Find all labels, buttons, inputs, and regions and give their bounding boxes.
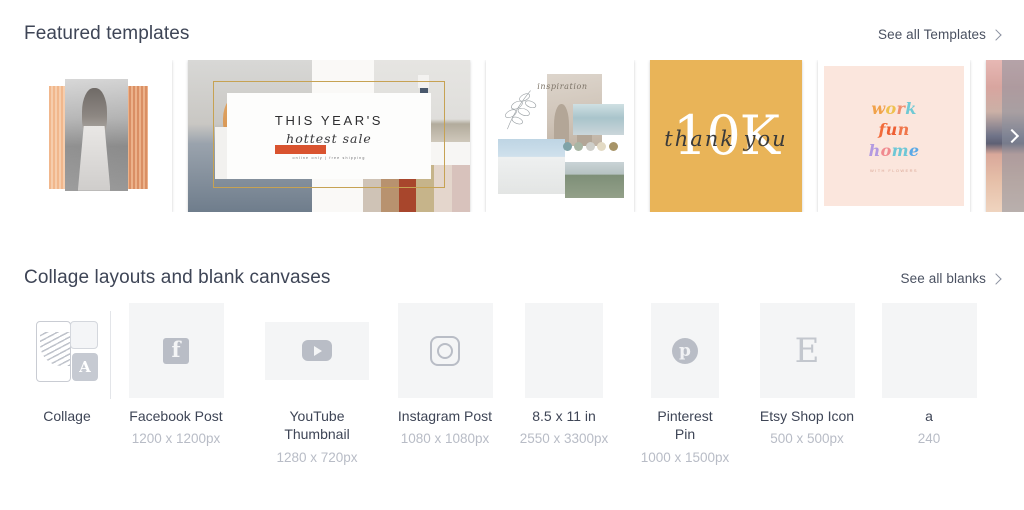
thumbnail-wrap: E — [759, 303, 855, 398]
blank-item-label: Pinterest Pin — [657, 408, 713, 443]
blank-item-facebook-post[interactable]: f Facebook Post 1200 x 1200px — [122, 303, 230, 448]
poolside-photo — [498, 138, 566, 194]
template-thumbnail: inspiration — [493, 67, 627, 205]
featured-templates-header: Featured templates See all Templates — [24, 23, 1002, 44]
thumbnail-wrap — [397, 303, 493, 398]
template-card-thank-you-10k[interactable]: 10K thank you — [650, 60, 802, 212]
sale-text-panel: THIS YEAR'S hottest sale online only | f… — [227, 93, 431, 179]
palette-dots — [562, 141, 618, 151]
blank-item-pinterest-pin[interactable]: p Pinterest Pin 1000 x 1500px — [632, 303, 738, 466]
tee-logo-accent — [275, 145, 327, 155]
blank-thumbnail: E — [759, 303, 855, 398]
typography-caption: WITH FLOWERS — [870, 168, 918, 174]
blank-item-label: 8.5 x 11 in — [532, 408, 596, 424]
sale-caption: online only | free shipping — [292, 155, 366, 160]
thumbnail-wrap — [525, 303, 603, 398]
blank-item-partial-next[interactable]: a 240 — [876, 303, 982, 448]
blank-item-etsy-shop-icon[interactable]: E Etsy Shop Icon 500 x 500px — [754, 303, 860, 448]
see-all-templates-link[interactable]: See all Templates — [877, 27, 1002, 42]
blank-item-dims: 1200 x 1200px — [131, 431, 221, 447]
blank-thumbnail — [265, 321, 369, 380]
template-card-hottest-sale[interactable]: THIS YEAR'S hottest sale online only | f… — [188, 60, 470, 212]
template-thumbnail: work fun home WITH FLOWERS — [824, 66, 964, 206]
youtube-icon — [302, 340, 332, 361]
etsy-icon: E — [794, 330, 820, 371]
facebook-icon: f — [163, 337, 189, 364]
line-fun: fun — [878, 120, 910, 140]
instagram-icon — [430, 335, 460, 366]
blank-canvases-row: A Collage f Facebook Post 1200 x 1200px — [24, 303, 1024, 493]
blank-thumbnail — [397, 303, 493, 398]
blank-thumbnail — [525, 303, 603, 398]
sale-script: hottest sale — [286, 130, 372, 146]
blank-item-youtube-thumbnail[interactable]: YouTube Thumbnail 1280 x 720px — [262, 303, 372, 466]
blank-item-label: Facebook Post — [129, 408, 223, 424]
moodboard-script: inspiration — [537, 82, 588, 92]
blank-thumbnail: p — [651, 303, 719, 398]
template-card-brush-portrait[interactable] — [24, 60, 172, 212]
blank-item-label: a — [925, 408, 933, 424]
page-title: Featured templates — [24, 23, 190, 44]
blank-item-dims: 240 — [917, 431, 941, 447]
see-all-blanks-link[interactable]: See all blanks — [900, 271, 1002, 286]
chevron-right-icon — [990, 28, 1002, 41]
blank-item-label: Instagram Post — [397, 408, 493, 424]
chevron-right-icon — [1004, 128, 1019, 144]
thumbnail-wrap: f — [128, 303, 224, 398]
pinterest-icon: p — [672, 337, 698, 364]
typography-stack: work fun home WITH FLOWERS — [824, 98, 964, 174]
template-thumbnail: 10K thank you — [650, 60, 802, 212]
line-home: home — [868, 141, 920, 161]
template-card-work-fun-home[interactable]: work fun home WITH FLOWERS — [818, 60, 970, 212]
blank-item-dims: 1000 x 1500px — [640, 449, 730, 465]
blank-thumbnail: f — [128, 303, 224, 398]
section-divider — [110, 311, 111, 399]
portrait-photo — [65, 78, 128, 191]
page-root: Featured templates See all Templates THI… — [0, 0, 1024, 510]
collage-icon: A — [36, 319, 98, 383]
featured-templates-carousel[interactable]: THIS YEAR'S hottest sale online only | f… — [24, 60, 1024, 212]
carousel-next-button[interactable] — [1002, 60, 1024, 212]
thumbnail-wrap — [265, 303, 369, 398]
see-all-templates-label: See all Templates — [877, 27, 986, 42]
blank-item-label: YouTube Thumbnail — [284, 408, 350, 443]
thumbnail-wrap: p — [651, 303, 719, 398]
blank-item-dims: 500 x 500px — [770, 431, 844, 447]
blank-thumbnail — [881, 303, 977, 398]
line-work: work — [871, 99, 917, 119]
see-all-blanks-label: See all blanks — [900, 271, 986, 286]
leaf-sketch-icon — [505, 90, 537, 130]
blank-item-dims: 2550 x 3300px — [519, 431, 609, 447]
collage-thumbnail: A — [36, 303, 98, 398]
milestone-script: thank you — [664, 127, 788, 152]
blank-item-label: Collage — [43, 408, 91, 424]
section-title-blanks: Collage layouts and blank canvases — [24, 267, 331, 288]
thumbnail-wrap — [881, 303, 977, 398]
seascape-photo — [573, 104, 625, 135]
chevron-right-icon — [990, 272, 1002, 285]
blank-item-instagram-post[interactable]: Instagram Post 1080 x 1080px — [392, 303, 498, 448]
sale-headline: THIS YEAR'S — [274, 112, 384, 128]
cactus-photo — [565, 162, 625, 199]
blank-item-letter-page[interactable]: 8.5 x 11 in 2550 x 3300px — [514, 303, 614, 448]
blank-item-label: Etsy Shop Icon — [759, 408, 855, 424]
blank-item-dims: 1280 x 720px — [276, 449, 358, 465]
blank-canvases-header: Collage layouts and blank canvases See a… — [24, 267, 1002, 288]
blank-item-collage[interactable]: A Collage — [24, 303, 110, 430]
template-thumbnail — [30, 66, 166, 206]
featured-templates-track: THIS YEAR'S hottest sale online only | f… — [24, 60, 1024, 212]
template-card-moodboard[interactable]: inspiration — [486, 60, 634, 212]
blank-item-dims: 1080 x 1080px — [400, 431, 490, 447]
